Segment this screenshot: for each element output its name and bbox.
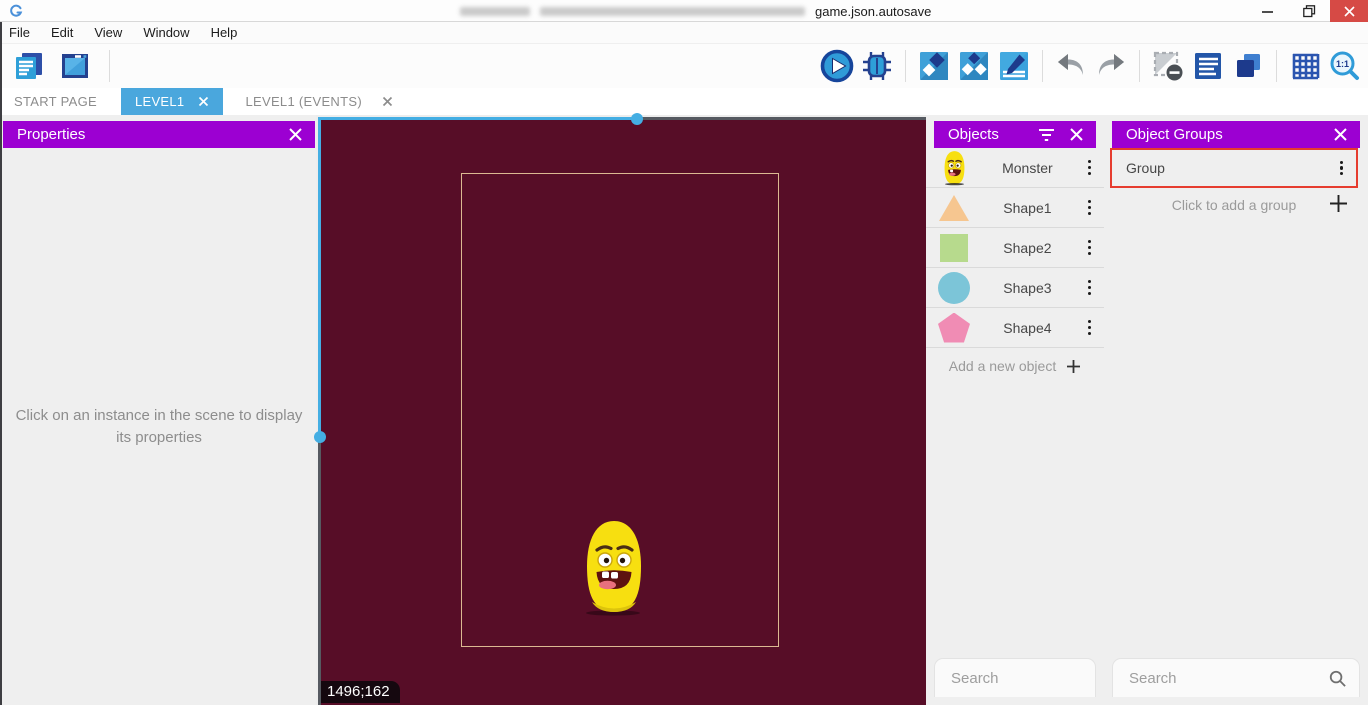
group-label: Group xyxy=(1126,160,1335,176)
title-bar: game.json.autosave xyxy=(0,0,1368,22)
group-menu-button[interactable] xyxy=(1335,157,1348,180)
object-groups-panel-title: Object Groups xyxy=(1126,126,1223,143)
object-row-shape4[interactable]: Shape4 xyxy=(926,308,1104,348)
object-label: Shape3 xyxy=(972,280,1083,296)
layers-icon[interactable] xyxy=(1231,49,1265,83)
window-title: game.json.autosave xyxy=(460,0,931,22)
object-menu-button[interactable] xyxy=(1083,156,1096,179)
groups-search-bar xyxy=(1112,658,1360,697)
add-object-button[interactable]: Add a new object xyxy=(926,348,1104,384)
start-page-icon[interactable] xyxy=(58,49,92,83)
menu-file[interactable]: File xyxy=(9,25,30,40)
properties-panel: Properties Click on an instance in the s… xyxy=(2,115,316,705)
object-groups-panel: Object Groups Group Click to add a group xyxy=(1104,115,1368,705)
redacted-path-segment xyxy=(460,7,530,16)
window-border-top-rest xyxy=(637,117,926,120)
tab-bar: START PAGE LEVEL1 LEVEL1 (EVENTS) xyxy=(0,88,1368,115)
redacted-path-segment xyxy=(540,7,805,16)
scene-canvas[interactable]: 1496;162 xyxy=(318,117,926,705)
play-icon[interactable] xyxy=(820,49,854,83)
object-groups-panel-header: Object Groups xyxy=(1112,121,1360,148)
search-icon xyxy=(1328,669,1347,688)
properties-empty-message: Click on an instance in the scene to dis… xyxy=(12,405,306,449)
plus-icon xyxy=(1329,194,1348,213)
object-row-shape3[interactable]: Shape3 xyxy=(926,268,1104,308)
main-area: Properties Click on an instance in the s… xyxy=(0,115,1368,705)
toolbar-separator xyxy=(1139,50,1140,82)
menu-window[interactable]: Window xyxy=(143,25,189,40)
project-manager-icon[interactable] xyxy=(12,49,46,83)
monster-icon xyxy=(936,150,972,186)
window-border-top xyxy=(318,117,637,120)
menu-edit[interactable]: Edit xyxy=(51,25,73,40)
resize-handle-top[interactable] xyxy=(631,113,643,125)
menu-bar: File Edit View Window Help xyxy=(0,22,1368,44)
object-menu-button[interactable] xyxy=(1083,196,1096,219)
objects-list: Monster Shape1 Shape2 Shape3 Shape4 xyxy=(926,148,1104,384)
tab-level1[interactable]: LEVEL1 xyxy=(121,88,224,115)
tab-level1-close-icon[interactable] xyxy=(198,96,209,107)
objects-filter-icon[interactable] xyxy=(1038,128,1055,142)
redo-icon[interactable] xyxy=(1094,49,1128,83)
close-button[interactable] xyxy=(1330,0,1368,22)
app-logo-icon xyxy=(7,3,25,19)
tab-start-page[interactable]: START PAGE xyxy=(0,88,111,115)
toolbar-separator xyxy=(109,50,110,82)
object-label: Monster xyxy=(972,160,1083,176)
zoom-original-icon[interactable]: 1:1 xyxy=(1328,49,1362,83)
edit-objects-icon[interactable] xyxy=(917,49,951,83)
objects-panel-title: Objects xyxy=(948,126,999,143)
properties-panel-title: Properties xyxy=(17,126,85,143)
grid-icon[interactable] xyxy=(1288,49,1322,83)
object-menu-button[interactable] xyxy=(1083,276,1096,299)
window-border-left-rest xyxy=(318,437,321,705)
object-row-monster[interactable]: Monster xyxy=(926,148,1104,188)
object-label: Shape2 xyxy=(972,240,1083,256)
window-border-left xyxy=(318,117,321,437)
object-row-shape2[interactable]: Shape2 xyxy=(926,228,1104,268)
toolbar-separator xyxy=(1276,50,1277,82)
tab-level1-events[interactable]: LEVEL1 (EVENTS) xyxy=(231,88,407,115)
circle-icon xyxy=(936,272,972,304)
menu-view[interactable]: View xyxy=(94,25,122,40)
edit-properties-icon[interactable] xyxy=(997,49,1031,83)
menu-help[interactable]: Help xyxy=(211,25,238,40)
triangle-icon xyxy=(936,195,972,221)
monster-instance[interactable] xyxy=(580,518,648,616)
square-icon xyxy=(936,234,972,262)
restore-button[interactable] xyxy=(1288,0,1330,22)
svg-text:1:1: 1:1 xyxy=(1336,59,1349,69)
object-menu-button[interactable] xyxy=(1083,236,1096,259)
pentagon-icon xyxy=(936,313,972,343)
instances-list-icon[interactable] xyxy=(1191,49,1225,83)
toolbar-separator xyxy=(905,50,906,82)
objects-search-bar xyxy=(934,658,1096,697)
resize-handle-left[interactable] xyxy=(314,431,326,443)
groups-search-input[interactable] xyxy=(1129,670,1328,687)
object-row-shape1[interactable]: Shape1 xyxy=(926,188,1104,228)
objects-panel-header: Objects xyxy=(934,121,1096,148)
window-title-text: game.json.autosave xyxy=(815,4,931,19)
debug-icon[interactable] xyxy=(860,49,894,83)
object-groups-close-icon[interactable] xyxy=(1333,127,1348,142)
toolbar-separator xyxy=(1042,50,1043,82)
objects-close-icon[interactable] xyxy=(1069,127,1084,142)
edit-object-groups-icon[interactable] xyxy=(957,49,991,83)
cursor-coordinates: 1496;162 xyxy=(321,681,400,703)
properties-panel-header: Properties xyxy=(3,121,315,148)
tab-level1-events-close-icon[interactable] xyxy=(382,96,393,107)
toolbar: 1:1 xyxy=(0,44,1368,88)
objects-panel: Objects xyxy=(926,115,1104,705)
plus-icon xyxy=(1066,359,1081,374)
object-label: Shape1 xyxy=(972,200,1083,216)
object-label: Shape4 xyxy=(972,320,1083,336)
add-group-button[interactable]: Click to add a group xyxy=(1110,190,1358,220)
object-menu-button[interactable] xyxy=(1083,316,1096,339)
undo-icon[interactable] xyxy=(1054,49,1088,83)
properties-close-icon[interactable] xyxy=(288,127,303,142)
minimize-button[interactable] xyxy=(1246,0,1288,22)
window-edge xyxy=(0,22,2,705)
deactivate-instances-icon[interactable] xyxy=(1151,49,1185,83)
group-row[interactable]: Group xyxy=(1110,148,1358,188)
